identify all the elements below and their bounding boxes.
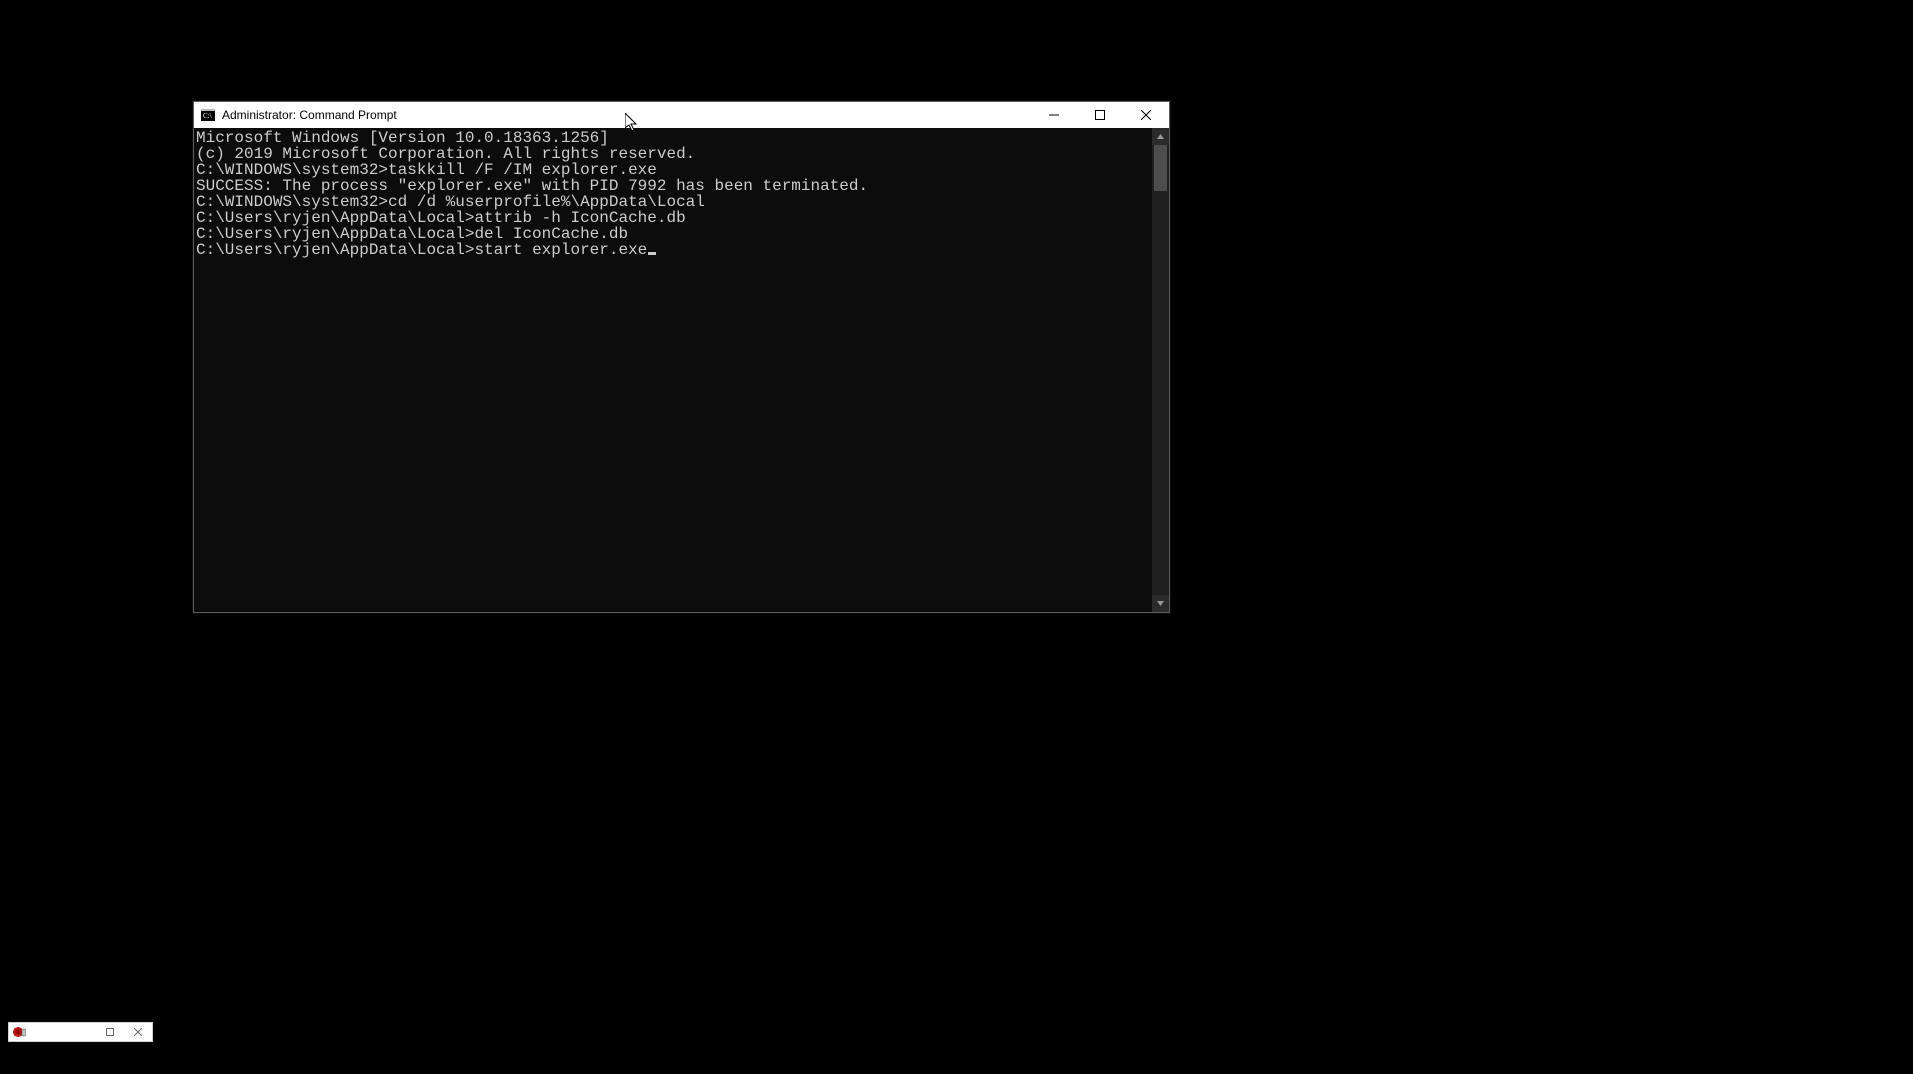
scroll-down-arrow-icon[interactable] bbox=[1152, 595, 1169, 612]
console-line: SUCCESS: The process "explorer.exe" with… bbox=[196, 178, 1152, 194]
window-title: Administrator: Command Prompt bbox=[222, 108, 397, 122]
console-line: C:\Users\ryjen\AppData\Local>attrib -h I… bbox=[196, 210, 1152, 226]
console-line: C:\Users\ryjen\AppData\Local>del IconCac… bbox=[196, 226, 1152, 242]
vertical-scrollbar[interactable] bbox=[1152, 128, 1169, 612]
scrollbar-thumb[interactable] bbox=[1154, 145, 1167, 191]
maximize-button[interactable] bbox=[1077, 102, 1123, 128]
console-output[interactable]: Microsoft Windows [Version 10.0.18363.12… bbox=[194, 128, 1152, 612]
command-prompt-window: C:\ Administrator: Command Prompt Micros… bbox=[193, 101, 1170, 613]
svg-text:C:\: C:\ bbox=[203, 112, 212, 120]
secondary-maximize-button[interactable] bbox=[96, 1023, 124, 1041]
titlebar[interactable]: C:\ Administrator: Command Prompt bbox=[194, 102, 1169, 128]
console-line: C:\WINDOWS\system32>cd /d %userprofile%\… bbox=[196, 194, 1152, 210]
secondary-window-titlebar[interactable] bbox=[8, 1022, 153, 1042]
scrollbar-track[interactable] bbox=[1152, 145, 1169, 595]
minimize-button[interactable] bbox=[1031, 102, 1077, 128]
scroll-up-arrow-icon[interactable] bbox=[1152, 128, 1169, 145]
close-button[interactable] bbox=[1123, 102, 1169, 128]
secondary-close-button[interactable] bbox=[124, 1023, 152, 1041]
console-input-text[interactable]: start explorer.exe bbox=[474, 241, 647, 259]
cmd-icon: C:\ bbox=[200, 107, 216, 123]
text-cursor bbox=[648, 252, 656, 255]
console-current-line[interactable]: C:\Users\ryjen\AppData\Local>start explo… bbox=[196, 242, 1152, 258]
console-line: (c) 2019 Microsoft Corporation. All righ… bbox=[196, 146, 1152, 162]
console-prompt: C:\Users\ryjen\AppData\Local> bbox=[196, 241, 474, 259]
console-line: C:\WINDOWS\system32>taskkill /F /IM expl… bbox=[196, 162, 1152, 178]
console-line: Microsoft Windows [Version 10.0.18363.12… bbox=[196, 130, 1152, 146]
app-small-icon bbox=[9, 1023, 29, 1041]
client-area: Microsoft Windows [Version 10.0.18363.12… bbox=[194, 128, 1169, 612]
titlebar-drag-area[interactable] bbox=[397, 102, 1031, 128]
window-controls bbox=[1031, 102, 1169, 128]
